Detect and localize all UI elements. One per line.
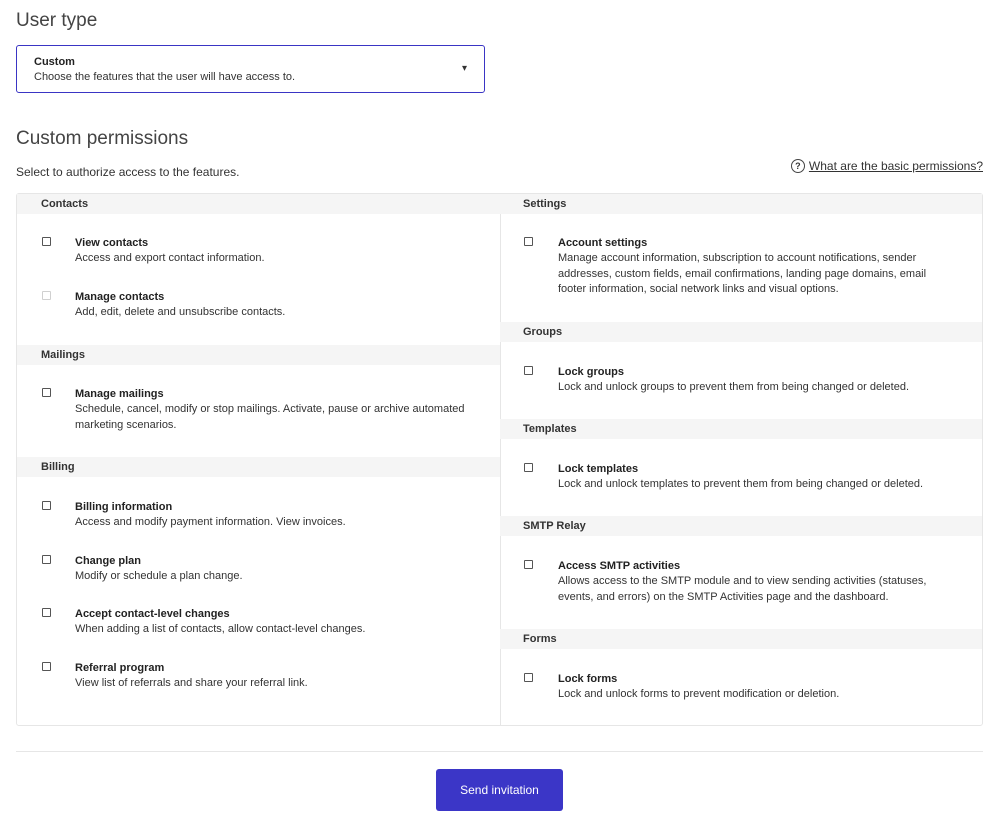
account-settings-description: Manage account information, subscription… (558, 252, 927, 295)
custom-permissions-heading: Custom permissions (16, 128, 189, 149)
billing-information-title: Billing information (75, 501, 173, 513)
access-smtp-activities-description: Allows access to the SMTP module and to … (558, 575, 927, 603)
change-plan-description: Modify or schedule a plan change. (75, 570, 243, 582)
manage-mailings-description: Schedule, cancel, modify or stop mailing… (75, 403, 465, 431)
question-circle-icon: ? (790, 159, 805, 173)
accept-contact-level-changes-checkbox[interactable] (42, 608, 51, 617)
section-header-settings: Settings (500, 194, 982, 214)
lock-forms-description: Lock and unlock forms to prevent modific… (558, 688, 840, 700)
change-plan-title: Change plan (75, 555, 142, 567)
basic-permissions-link-text[interactable]: What are the basic permissions? (809, 159, 983, 173)
section-header-templates: Templates (500, 419, 982, 439)
section-header-billing: Billing (17, 457, 500, 477)
accept-contact-level-changes-title: Accept contact-level changes (75, 608, 230, 620)
manage-contacts-title: Manage contacts (75, 291, 165, 303)
billing-information-description: Access and modify payment information. V… (75, 516, 346, 528)
manage-contacts-checkbox[interactable] (42, 291, 51, 300)
lock-forms-title: Lock forms (558, 673, 618, 685)
manage-contacts-description: Add, edit, delete and unsubscribe contac… (75, 306, 286, 318)
lock-templates-description: Lock and unlock templates to prevent the… (558, 478, 924, 490)
permissions-left-column: Contacts View contacts Access and export… (17, 194, 501, 725)
send-invitation-button[interactable]: Send invitation (436, 769, 563, 811)
lock-templates-checkbox[interactable] (524, 463, 533, 472)
user-type-heading: User type (16, 10, 98, 31)
user-type-selected-description: Choose the features that the user will h… (34, 71, 296, 83)
section-header-smtp-relay: SMTP Relay (500, 516, 982, 536)
account-settings-title: Account settings (558, 237, 648, 249)
access-smtp-activities-checkbox[interactable] (524, 560, 533, 569)
referral-program-description: View list of referrals and share your re… (75, 677, 308, 689)
accept-contact-level-changes-description: When adding a list of contacts, allow co… (75, 623, 366, 635)
section-header-contacts: Contacts (17, 194, 500, 214)
manage-mailings-checkbox[interactable] (42, 388, 51, 397)
permissions-panel: Contacts View contacts Access and export… (16, 193, 983, 726)
user-type-select[interactable]: Custom Choose the features that the user… (16, 45, 485, 93)
lock-forms-checkbox[interactable] (524, 673, 533, 682)
view-contacts-checkbox[interactable] (42, 237, 51, 246)
section-header-forms: Forms (500, 629, 982, 649)
referral-program-checkbox[interactable] (42, 662, 51, 671)
billing-information-checkbox[interactable] (42, 501, 51, 510)
view-contacts-description: Access and export contact information. (75, 252, 265, 264)
lock-groups-description: Lock and unlock groups to prevent them f… (558, 381, 910, 393)
dropdown-arrow-icon: ▾ (461, 63, 467, 74)
section-header-mailings: Mailings (17, 345, 500, 365)
lock-templates-title: Lock templates (558, 463, 639, 475)
referral-program-title: Referral program (75, 662, 165, 674)
section-header-groups: Groups (500, 322, 982, 342)
custom-permissions-intro: Select to authorize access to the featur… (16, 165, 240, 179)
access-smtp-activities-title: Access SMTP activities (558, 560, 681, 572)
basic-permissions-help-link[interactable]: ? What are the basic permissions? (790, 159, 983, 173)
view-contacts-title: View contacts (75, 237, 149, 249)
footer-divider (16, 751, 983, 752)
permissions-right-column: Settings Account settings Manage account… (500, 194, 982, 725)
lock-groups-checkbox[interactable] (524, 366, 533, 375)
account-settings-checkbox[interactable] (524, 237, 533, 246)
manage-mailings-title: Manage mailings (75, 388, 164, 400)
user-type-selected-value: Custom (34, 56, 75, 68)
change-plan-checkbox[interactable] (42, 555, 51, 564)
lock-groups-title: Lock groups (558, 366, 625, 378)
